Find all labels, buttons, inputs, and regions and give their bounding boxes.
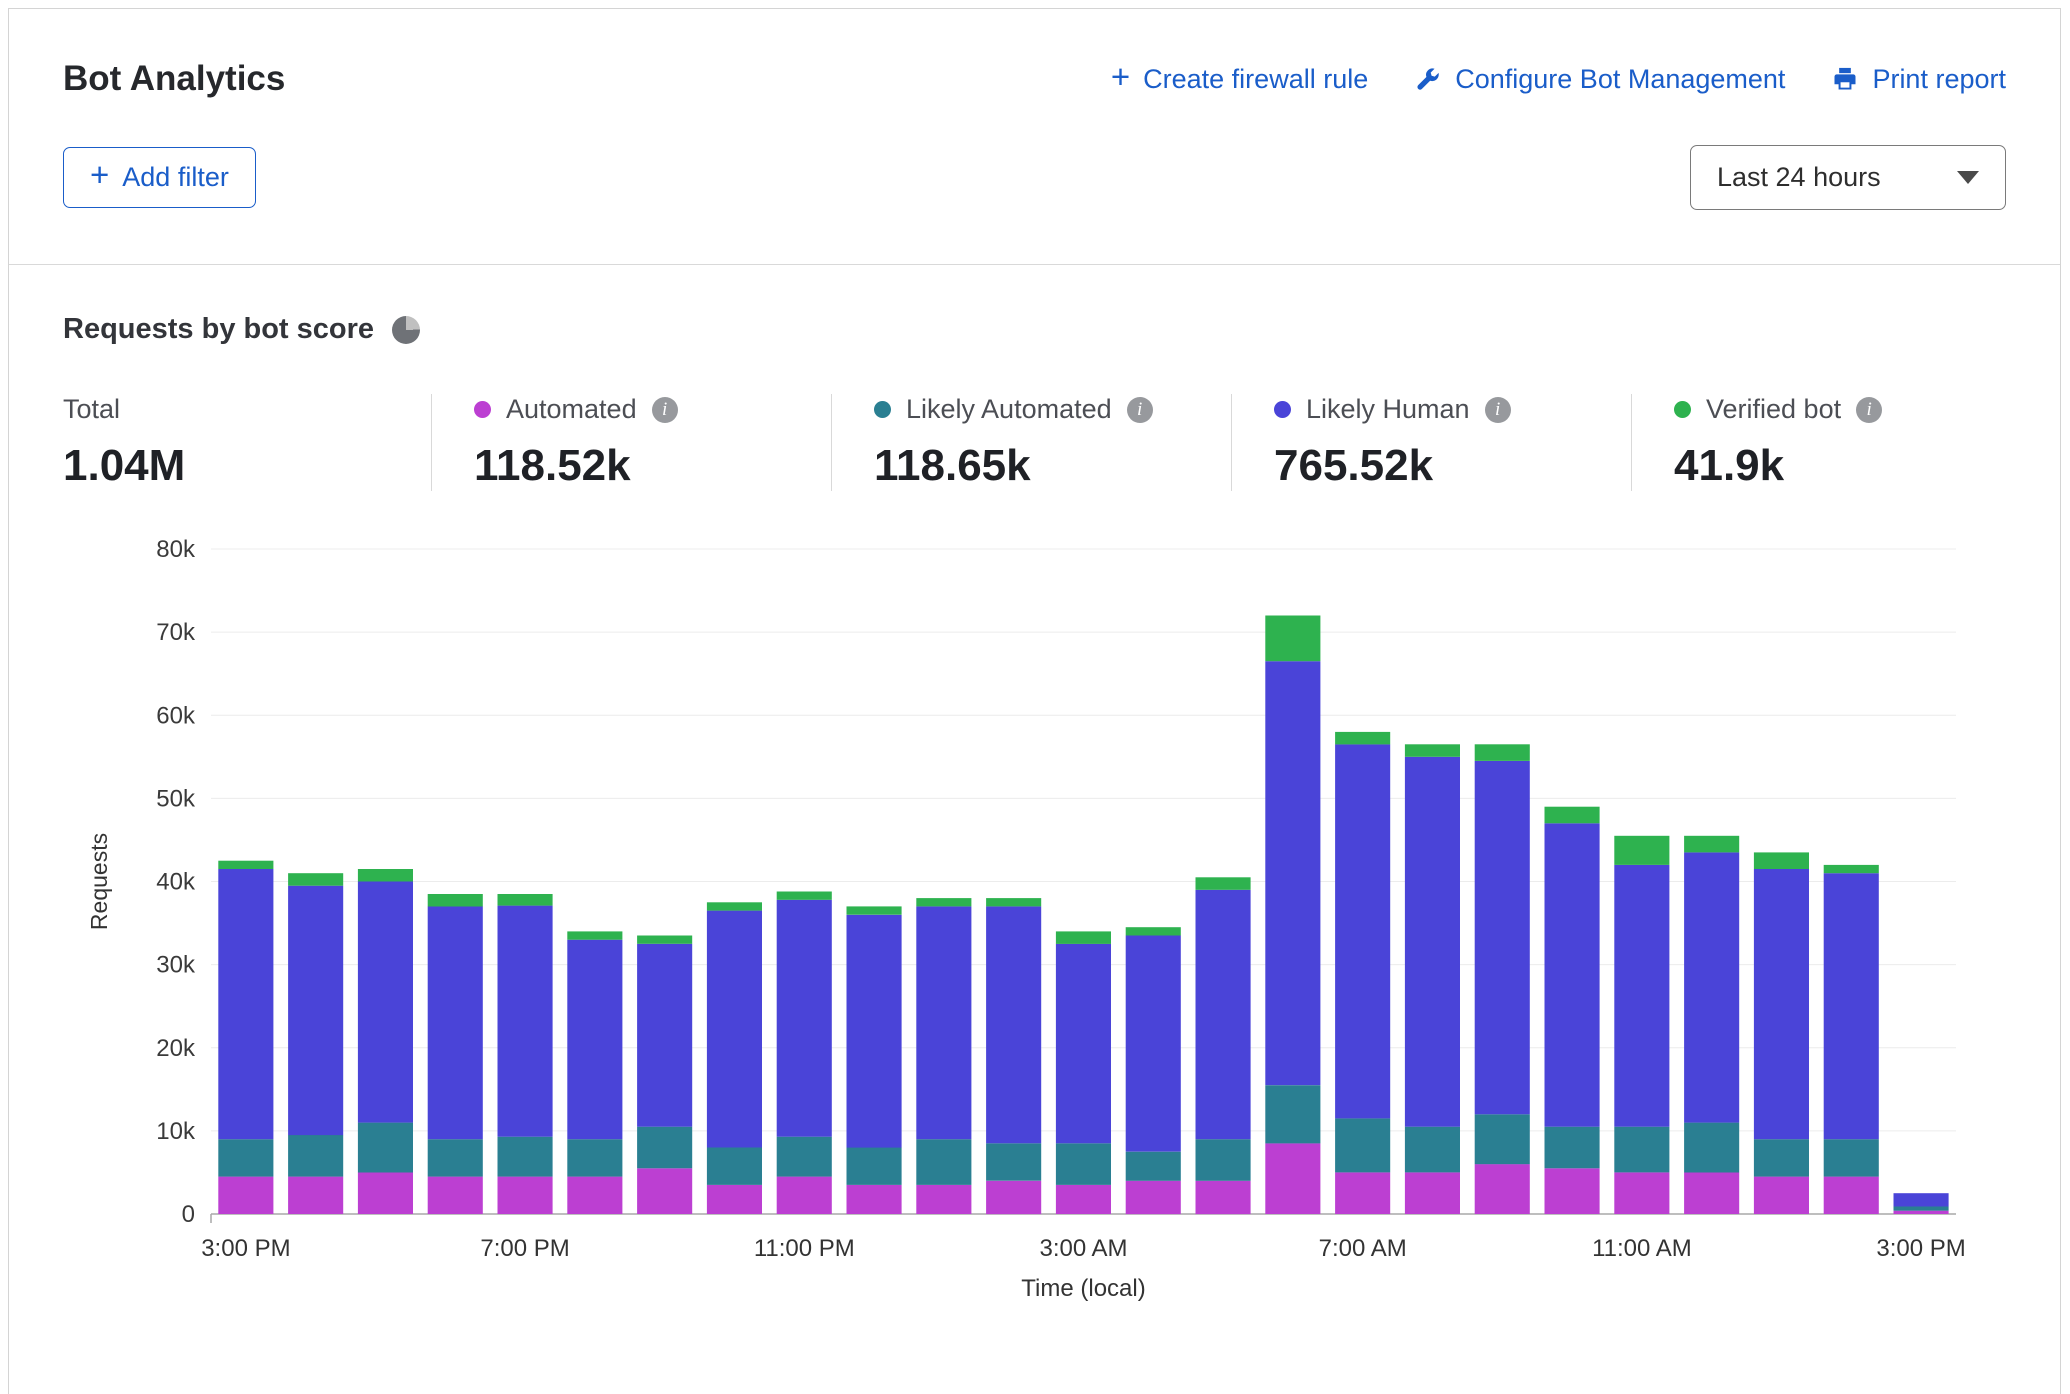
plus-icon — [1111, 64, 1130, 95]
action-label: Create firewall rule — [1143, 64, 1368, 95]
svg-text:50k: 50k — [156, 785, 196, 812]
svg-text:Requests: Requests — [86, 833, 112, 930]
svg-text:7:00 AM: 7:00 AM — [1319, 1235, 1407, 1262]
info-icon[interactable] — [652, 397, 678, 423]
stat-verified-bot: Verified bot 41.9k — [1631, 394, 1882, 491]
create-firewall-rule-link[interactable]: Create firewall rule — [1111, 64, 1368, 95]
stat-automated: Automated 118.52k — [431, 394, 831, 491]
add-filter-label: Add filter — [122, 162, 229, 193]
svg-text:3:00 PM: 3:00 PM — [201, 1235, 290, 1262]
header-actions: Create firewall rule Configure Bot Manag… — [1111, 64, 2006, 95]
section-title-row: Requests by bot score — [63, 313, 2006, 346]
title-row: Bot Analytics Create firewall rule Confi… — [63, 59, 2006, 99]
stat-value: 765.52k — [1274, 441, 1631, 491]
stat-label: Total — [63, 394, 120, 425]
chevron-down-icon — [1957, 171, 1979, 184]
stat-total: Total 1.04M — [63, 394, 431, 491]
info-icon[interactable] — [1485, 397, 1511, 423]
stat-likely-automated: Likely Automated 118.65k — [831, 394, 1231, 491]
time-range-dropdown[interactable]: Last 24 hours — [1690, 145, 2006, 210]
header: Bot Analytics Create firewall rule Confi… — [9, 9, 2060, 265]
svg-text:3:00 PM: 3:00 PM — [1876, 1235, 1965, 1262]
svg-text:60k: 60k — [156, 702, 196, 729]
svg-text:0: 0 — [182, 1201, 195, 1228]
verified-bot-dot-icon — [1674, 401, 1691, 418]
svg-text:11:00 PM: 11:00 PM — [754, 1235, 855, 1262]
configure-bot-management-link[interactable]: Configure Bot Management — [1414, 64, 1785, 95]
svg-text:80k: 80k — [156, 536, 196, 563]
svg-text:30k: 30k — [156, 952, 196, 979]
svg-text:7:00 PM: 7:00 PM — [480, 1235, 569, 1262]
action-label: Configure Bot Management — [1455, 64, 1785, 95]
svg-text:3:00 AM: 3:00 AM — [1039, 1235, 1127, 1262]
svg-text:70k: 70k — [156, 619, 196, 646]
stat-likely-human: Likely Human 765.52k — [1231, 394, 1631, 491]
stat-value: 41.9k — [1674, 441, 1882, 491]
stat-label: Likely Automated — [906, 394, 1112, 425]
printer-icon — [1831, 65, 1859, 93]
svg-text:40k: 40k — [156, 869, 196, 896]
requests-by-bot-score-section: Requests by bot score Total 1.04M Automa… — [9, 265, 2060, 1309]
filter-row: Add filter Last 24 hours — [63, 145, 2006, 210]
requests-chart: 0 10k 20k 30k 40k 50k 60k 70k 80k 3:00 PM 7:00 PM 1… — [63, 529, 2006, 1309]
stat-value: 118.65k — [874, 441, 1231, 491]
action-label: Print report — [1872, 64, 2006, 95]
stat-label: Verified bot — [1706, 394, 1841, 425]
info-icon[interactable] — [1127, 397, 1153, 423]
time-range-value: Last 24 hours — [1717, 162, 1881, 193]
print-report-link[interactable]: Print report — [1831, 64, 2006, 95]
automated-dot-icon — [474, 401, 491, 418]
likely-human-dot-icon — [1274, 401, 1291, 418]
svg-text:10k: 10k — [156, 1118, 196, 1145]
stat-label: Automated — [506, 394, 637, 425]
bot-analytics-card: Bot Analytics Create firewall rule Confi… — [8, 8, 2061, 1394]
svg-text:11:00 AM: 11:00 AM — [1592, 1235, 1692, 1262]
plus-icon — [90, 162, 109, 193]
likely-automated-dot-icon — [874, 401, 891, 418]
add-filter-button[interactable]: Add filter — [63, 147, 256, 208]
pie-chart-icon — [392, 316, 420, 344]
section-title: Requests by bot score — [63, 313, 374, 346]
stat-value: 1.04M — [63, 441, 431, 491]
stat-value: 118.52k — [474, 441, 831, 491]
page-title: Bot Analytics — [63, 59, 285, 99]
wrench-icon — [1414, 65, 1442, 93]
svg-text:20k: 20k — [156, 1035, 196, 1062]
stats-row: Total 1.04M Automated 118.52k Likely Aut… — [63, 394, 2006, 491]
stacked-bar-chart: 0 10k 20k 30k 40k 50k 60k 70k 80k 3:00 PM 7:00 PM 1… — [63, 529, 1978, 1309]
stat-label: Likely Human — [1306, 394, 1470, 425]
svg-text:Time (local): Time (local) — [1021, 1275, 1145, 1302]
info-icon[interactable] — [1856, 397, 1882, 423]
